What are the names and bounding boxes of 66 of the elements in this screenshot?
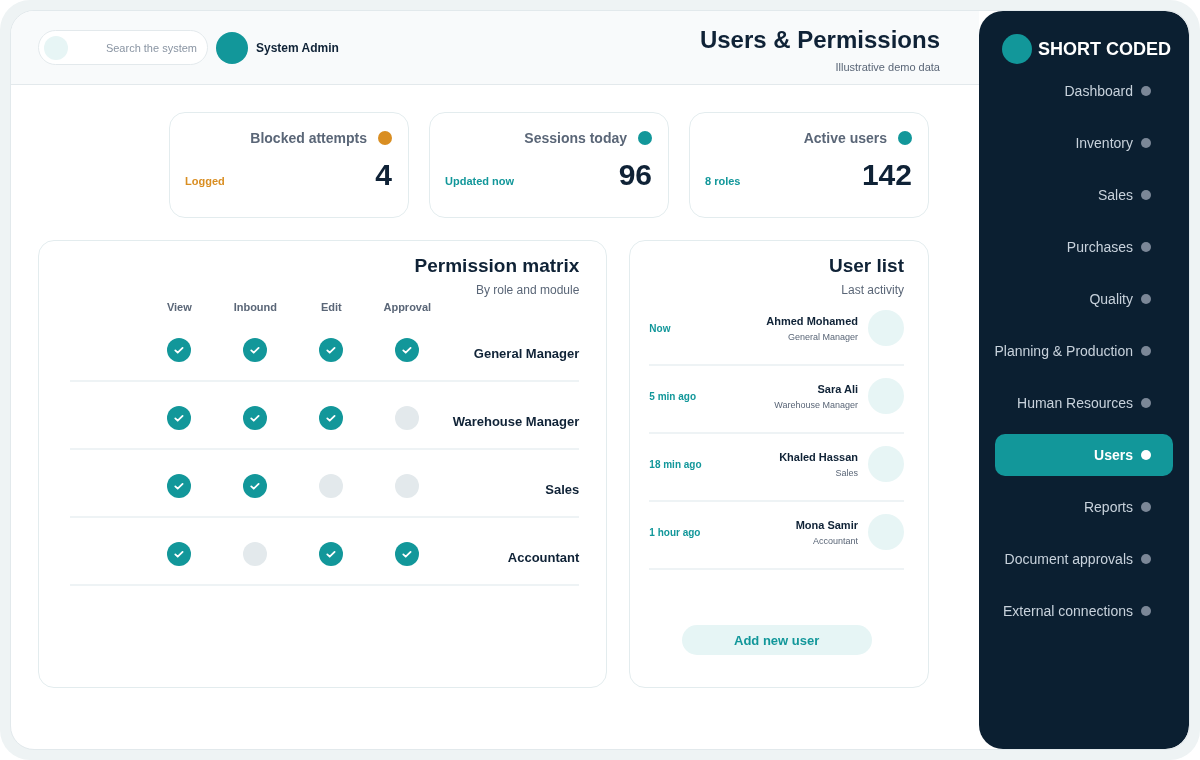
- nav-item[interactable]: Sales: [995, 174, 1173, 216]
- nav-item[interactable]: Purchases: [995, 226, 1173, 268]
- stat-value: 96: [618, 158, 652, 192]
- stat-value: 4: [375, 158, 392, 192]
- role-name: General Manager: [473, 344, 580, 361]
- user-role: Accountant: [811, 535, 858, 546]
- dot-icon: [1141, 138, 1151, 148]
- user-name: Sara Ali: [816, 382, 858, 395]
- circle-icon: [1002, 34, 1032, 64]
- last-active-time: 1 hour ago: [649, 526, 701, 538]
- dot-icon: [1141, 294, 1151, 304]
- user-name: System Admin: [256, 40, 339, 55]
- nav-item[interactable]: Document approvals: [995, 538, 1173, 580]
- panel-subtitle: By role and module: [474, 282, 580, 298]
- nav-item[interactable]: Human Resources: [995, 382, 1173, 424]
- stat-note: Logged: [185, 175, 225, 187]
- panel-title: User list: [828, 254, 904, 278]
- dot-icon: [1141, 190, 1151, 200]
- user-name: Mona Samir: [795, 518, 858, 531]
- column-header: Inbound: [233, 300, 277, 314]
- role-name: Warehouse Manager: [452, 412, 580, 429]
- avatar-icon: [868, 378, 904, 414]
- user-name: Khaled Hassan: [779, 450, 858, 463]
- role-name: Sales: [545, 480, 580, 497]
- last-active-time: Now: [649, 322, 671, 334]
- dot-icon: [1141, 242, 1151, 252]
- stat-note: 8 roles: [705, 175, 741, 187]
- avatar-icon: [868, 446, 904, 482]
- nav-item[interactable]: Reports: [995, 486, 1173, 528]
- page-subtitle: Illustrative demo data: [834, 60, 940, 74]
- user-name: Ahmed Mohamed: [766, 314, 858, 327]
- dot-icon: [1141, 346, 1151, 356]
- dot-icon: [1141, 398, 1151, 408]
- page-title: Users & Permissions: [699, 25, 940, 55]
- avatar-icon: [868, 310, 904, 346]
- panel-subtitle: Last activity: [840, 282, 904, 298]
- nav-item[interactable]: Dashboard: [995, 70, 1173, 112]
- dot-icon: [1141, 554, 1151, 564]
- column-header: View: [166, 300, 192, 314]
- avatar-icon: [216, 31, 248, 64]
- column-header: Approval: [383, 300, 432, 314]
- stat-label: Active users: [803, 130, 887, 146]
- dot-icon: [1141, 450, 1151, 460]
- role-name: Accountant: [507, 548, 580, 565]
- column-header: Edit: [320, 300, 342, 314]
- stat-label: Blocked attempts: [250, 130, 367, 146]
- panel-title: Permission matrix: [413, 254, 580, 278]
- dot-icon: [1141, 502, 1151, 512]
- nav-item[interactable]: Quality: [995, 278, 1173, 320]
- nav-item[interactable]: Inventory: [995, 122, 1173, 164]
- avatar-icon: [868, 514, 904, 550]
- nav-item[interactable]: External connections: [995, 590, 1173, 632]
- user-role: Sales: [834, 467, 858, 478]
- last-active-time: 5 min ago: [649, 390, 696, 402]
- search-field[interactable]: Search the system: [38, 30, 208, 65]
- logo-text: SHORT CODED: [1038, 38, 1171, 60]
- stat-value: 142: [861, 158, 912, 192]
- nav-item[interactable]: Users: [995, 434, 1173, 476]
- stat-label: Sessions today: [524, 130, 627, 146]
- stat-note: Updated now: [445, 175, 515, 187]
- user-role: General Manager: [786, 331, 858, 342]
- last-active-time: 18 min ago: [649, 458, 702, 470]
- dot-icon: [1141, 86, 1151, 96]
- user-role: Warehouse Manager: [774, 399, 858, 410]
- dot-icon: [1141, 606, 1151, 616]
- nav-item[interactable]: Planning & Production: [995, 330, 1173, 372]
